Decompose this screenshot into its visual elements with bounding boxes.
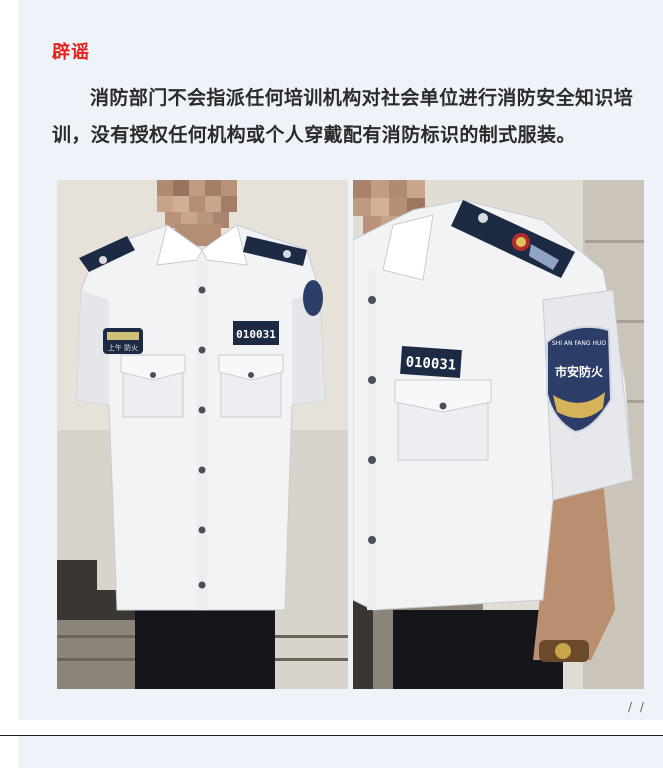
sleeve-patch-text: 市安防火 xyxy=(555,364,604,379)
rumor-refutation-tag: 辟谣 xyxy=(52,42,90,63)
sleeve-patch-arc-text: SHI AN FANG HUO xyxy=(552,340,606,347)
badge-number-front: 010031 xyxy=(236,328,276,341)
uniform-front-illustration: 上午 防火 010031 xyxy=(57,180,348,689)
corner-mark: / / xyxy=(628,700,646,714)
uniform-side-illustration: 010031 SHI AN FANG HUO 市安防火 xyxy=(353,180,644,689)
uniform-photo-side: 010031 SHI AN FANG HUO 市安防火 xyxy=(353,180,644,689)
uniform-photo-front: 上午 防火 010031 xyxy=(57,180,348,689)
article-paragraph: 消防部门不会指派任何培训机构对社会单位进行消防安全知识培训，没有授权任何机构或个… xyxy=(52,87,634,146)
next-card-edge xyxy=(18,736,663,768)
left-chest-patch-text: 上午 防火 xyxy=(108,343,138,352)
